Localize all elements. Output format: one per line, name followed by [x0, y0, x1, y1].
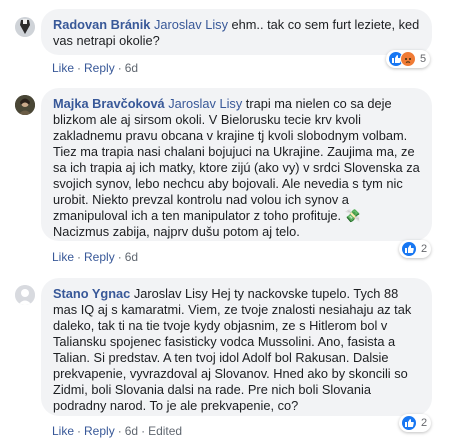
edited-label[interactable]: Edited [148, 424, 182, 438]
reaction-count: 2 [421, 243, 428, 255]
reply-button[interactable]: Reply [84, 61, 115, 75]
comment-bubble: Radovan Bránik Jaroslav Lisy ehm.. tak c… [41, 9, 432, 55]
reaction-count: 2 [421, 417, 428, 429]
comment-author[interactable]: Stano Ygnac [53, 286, 130, 301]
like-button[interactable]: Like [52, 61, 74, 75]
comment-timestamp[interactable]: 6d [125, 61, 138, 75]
like-reaction-icon [401, 415, 417, 431]
comment-mention[interactable]: Jaroslav Lisy [154, 17, 228, 32]
comment-mention[interactable]: Jaroslav Lisy [168, 96, 242, 111]
comment-actions: Like · Reply · 6d · Edited [52, 424, 183, 438]
comment-text: Jaroslav Lisy Hej ty nackovske tupelo. T… [53, 286, 412, 413]
reaction-count: 5 [420, 53, 427, 65]
comment-actions: Like · Reply · 6d [52, 250, 139, 264]
comment-author[interactable]: Majka Bravčoková [53, 96, 165, 111]
avatar[interactable] [15, 285, 35, 305]
like-button[interactable]: Like [52, 424, 74, 438]
comment-text: trapi ma nielen co sa deje blizkom ale a… [53, 96, 420, 239]
comment-timestamp[interactable]: 6d [125, 250, 138, 264]
comment-author[interactable]: Radovan Bránik [53, 17, 150, 32]
avatar[interactable] [15, 17, 35, 37]
comment-actions: Like · Reply · 6d [52, 61, 139, 75]
reaction-summary[interactable]: 5 [386, 50, 431, 68]
reaction-summary[interactable]: 2 [399, 414, 432, 432]
like-button[interactable]: Like [52, 250, 74, 264]
comment-bubble: Majka Bravčoková Jaroslav Lisy trapi ma … [41, 88, 432, 241]
avatar[interactable] [15, 95, 35, 115]
reaction-summary[interactable]: 2 [399, 240, 432, 258]
like-reaction-icon [401, 241, 417, 257]
reply-button[interactable]: Reply [84, 424, 115, 438]
comment-bubble: Stano Ygnac Jaroslav Lisy Hej ty nackovs… [41, 278, 432, 416]
angry-reaction-icon [400, 51, 416, 67]
comment-timestamp[interactable]: 6d [125, 424, 138, 438]
reply-button[interactable]: Reply [84, 250, 115, 264]
